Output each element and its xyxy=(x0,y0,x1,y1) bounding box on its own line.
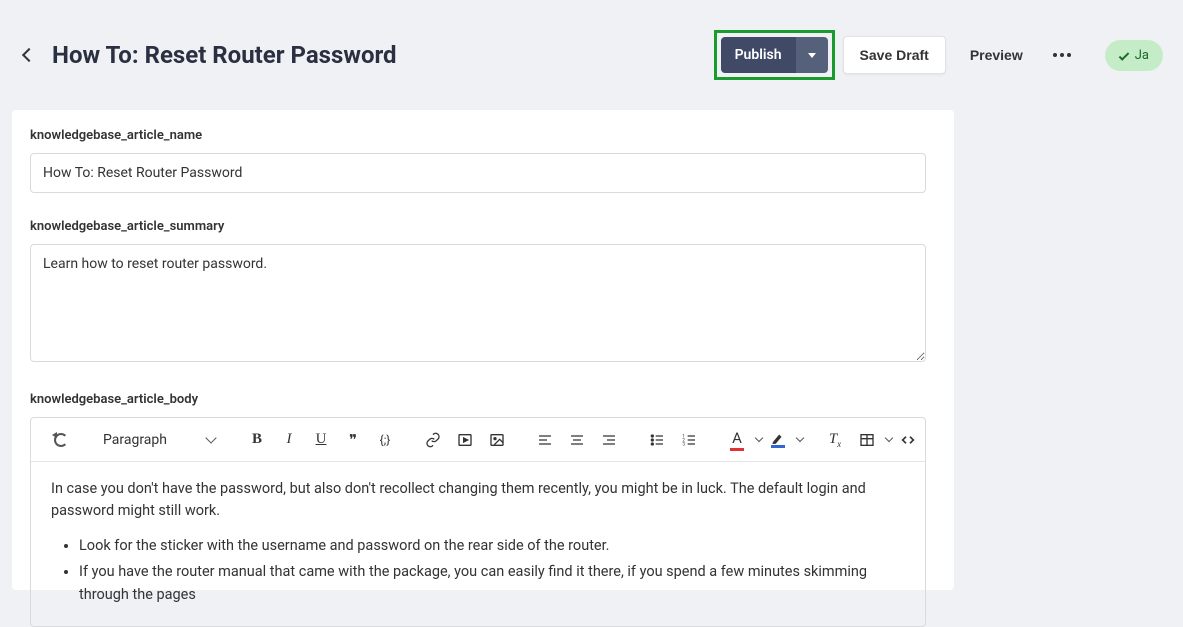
caret-down-icon xyxy=(808,53,816,58)
align-center-button[interactable] xyxy=(561,424,593,456)
align-left-button[interactable] xyxy=(529,424,561,456)
body-bullet: If you have the router manual that came … xyxy=(79,561,905,606)
clear-format-button[interactable]: Tx xyxy=(819,424,851,456)
status-badge: Ja xyxy=(1105,40,1163,71)
code-icon xyxy=(900,432,916,448)
svg-text:3: 3 xyxy=(682,441,685,447)
font-color-button[interactable]: A xyxy=(721,424,753,456)
label-article-name: knowledgebase_article_name xyxy=(30,128,936,143)
chevron-down-icon[interactable] xyxy=(796,434,804,442)
rte-editor-body[interactable]: In case you don't have the password, but… xyxy=(31,462,925,626)
page-header: How To: Reset Router Password Publish Sa… xyxy=(0,0,1183,110)
video-button[interactable] xyxy=(449,424,481,456)
image-button[interactable] xyxy=(481,424,513,456)
body-paragraph: In case you don't have the password, but… xyxy=(51,478,905,523)
more-icon[interactable] xyxy=(1047,43,1077,67)
publish-button[interactable]: Publish xyxy=(721,37,828,73)
number-list-button[interactable]: 123 xyxy=(673,424,705,456)
source-code-button[interactable] xyxy=(892,424,924,456)
page-title: How To: Reset Router Password xyxy=(52,41,696,69)
publish-dropdown[interactable] xyxy=(796,37,828,73)
number-list-icon: 123 xyxy=(681,432,697,448)
link-icon xyxy=(425,432,441,448)
highlight-icon xyxy=(771,432,785,444)
bullet-list-button[interactable] xyxy=(641,424,673,456)
italic-button[interactable]: I xyxy=(273,424,305,456)
field-article-summary: knowledgebase_article_summary Learn how … xyxy=(30,219,936,366)
video-icon xyxy=(457,432,473,448)
label-article-body: knowledgebase_article_body xyxy=(30,392,936,407)
body-bullet: Look for the sticker with the username a… xyxy=(79,535,905,557)
publish-button-label[interactable]: Publish xyxy=(721,37,796,73)
undo-icon xyxy=(54,433,68,447)
paragraph-style-label: Paragraph xyxy=(103,432,167,448)
rte-toolbar: Paragraph B I U ❞ {;} xyxy=(31,418,925,462)
align-right-icon xyxy=(601,432,617,448)
align-left-icon xyxy=(537,432,553,448)
form-panel: knowledgebase_article_name knowledgebase… xyxy=(12,110,954,590)
highlight-color-button[interactable] xyxy=(762,424,794,456)
image-icon xyxy=(489,432,505,448)
table-icon xyxy=(859,432,875,448)
underline-button[interactable]: U xyxy=(305,424,337,456)
back-icon[interactable] xyxy=(22,48,36,62)
field-article-body: knowledgebase_article_body Paragraph B xyxy=(30,392,936,627)
status-text: Ja xyxy=(1135,48,1149,63)
preview-button[interactable]: Preview xyxy=(954,37,1039,73)
input-article-name[interactable] xyxy=(30,153,926,193)
quote-button[interactable]: ❞ xyxy=(337,424,369,456)
undo-button[interactable] xyxy=(45,424,77,456)
paragraph-style-select[interactable]: Paragraph xyxy=(93,432,225,448)
input-article-summary[interactable]: Learn how to reset router password. xyxy=(30,244,926,362)
align-right-button[interactable] xyxy=(593,424,625,456)
link-button[interactable] xyxy=(417,424,449,456)
chevron-down-icon xyxy=(205,432,216,443)
check-icon xyxy=(1118,50,1129,61)
rte-container: Paragraph B I U ❞ {;} xyxy=(30,417,926,627)
label-article-summary: knowledgebase_article_summary xyxy=(30,219,936,234)
align-center-icon xyxy=(569,432,585,448)
code-button[interactable]: {;} xyxy=(369,424,401,456)
bullet-list-icon xyxy=(649,432,665,448)
bold-button[interactable]: B xyxy=(241,424,273,456)
field-article-name: knowledgebase_article_name xyxy=(30,128,936,193)
save-draft-button[interactable]: Save Draft xyxy=(843,36,946,74)
publish-highlight: Publish xyxy=(714,30,835,80)
table-button[interactable] xyxy=(851,424,883,456)
header-actions: Publish Save Draft Preview Ja xyxy=(714,30,1163,80)
